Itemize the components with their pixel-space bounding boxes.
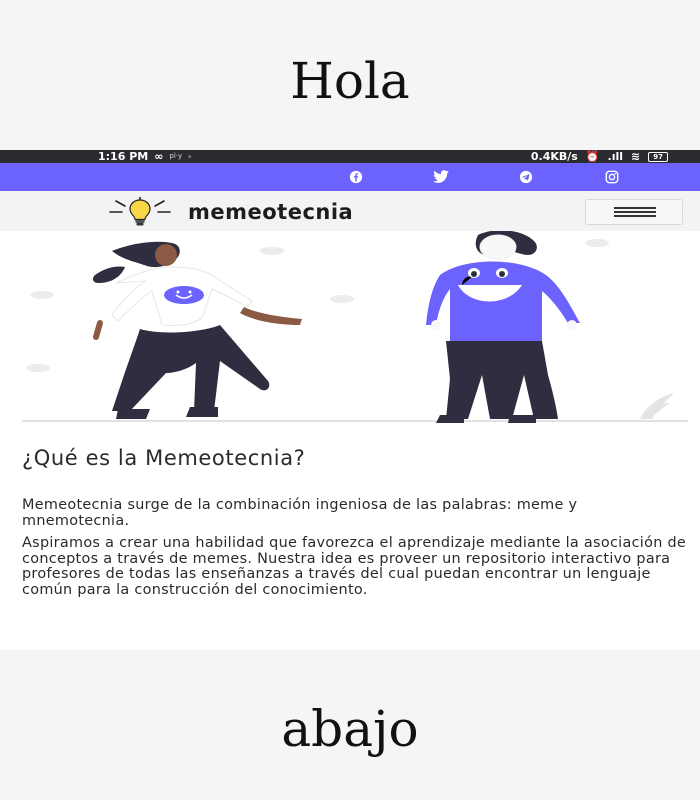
facebook-icon[interactable] (348, 170, 364, 184)
status-bar: 1:16 PM ∞ pl·y ℴ 0.4KB/s ⏰ .ıll ≋ 97 (0, 150, 700, 163)
alarm-icon: ⏰ (585, 150, 600, 163)
woman-figure (92, 241, 302, 419)
navbar: memeotecnia (0, 191, 700, 231)
plant-icon (640, 393, 674, 419)
article-paragraph: Aspiramos a crear una habilidad que favo… (22, 535, 687, 598)
hamburger-line (614, 207, 656, 209)
phone-screenshot: 1:16 PM ∞ pl·y ℴ 0.4KB/s ⏰ .ıll ≋ 97 mem… (0, 150, 700, 650)
caption-top: Hola (290, 52, 410, 110)
man-figure (426, 231, 580, 423)
telegram-icon[interactable] (518, 170, 534, 184)
twitter-icon[interactable] (433, 170, 449, 184)
hero-illustration (22, 231, 688, 423)
notification-icon: ℴ (188, 152, 192, 160)
caption-bottom: abajo (281, 700, 419, 758)
network-speed: 0.4KB/s (530, 150, 578, 163)
hamburger-line (614, 211, 656, 213)
signal-icon: .ıll (607, 150, 624, 163)
wifi-icon: ≋ (631, 150, 641, 163)
social-bar (0, 163, 700, 191)
status-time: 1:16 PM (98, 150, 149, 163)
article: ¿Qué es la Memeotecnia? Memeotecnia surg… (22, 446, 687, 605)
instagram-icon[interactable] (604, 170, 620, 184)
brand-name[interactable]: memeotecnia (188, 200, 353, 224)
article-heading: ¿Qué es la Memeotecnia? (22, 446, 306, 470)
infinity-icon: ∞ (154, 150, 164, 163)
battery-icon: 97 (648, 151, 668, 162)
lightbulb-icon[interactable] (108, 197, 172, 227)
store-label: pl·y (169, 152, 183, 160)
hamburger-line (614, 215, 656, 217)
menu-toggle-button[interactable] (585, 199, 683, 225)
article-paragraph: Memeotecnia surge de la combinación inge… (22, 497, 578, 529)
